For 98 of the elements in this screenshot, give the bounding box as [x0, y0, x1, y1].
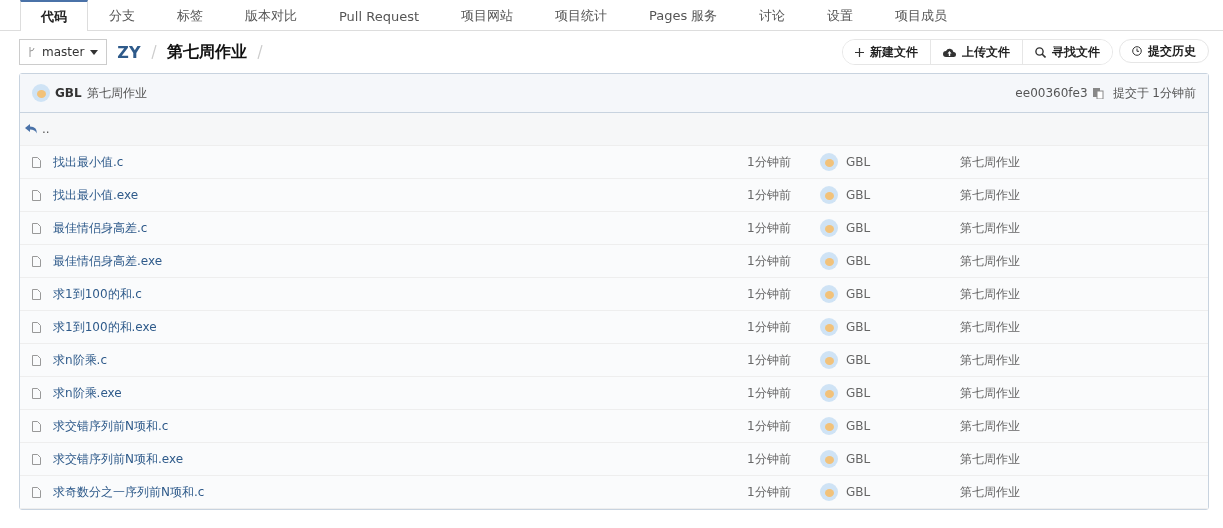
avatar-icon [820, 153, 838, 171]
file-commit-message[interactable]: 第七周作业 [960, 219, 1020, 237]
file-commit-message[interactable]: 第七周作业 [960, 384, 1020, 402]
file-time: 1分钟前 [747, 252, 792, 270]
file-time: 1分钟前 [747, 417, 792, 435]
file-author: GBL [846, 386, 871, 400]
file-icon [32, 420, 41, 432]
file-time: 1分钟前 [747, 186, 792, 204]
file-icon [32, 156, 41, 168]
file-commit-message[interactable]: 第七周作业 [960, 450, 1020, 468]
nav-tab[interactable]: 项目统计 [534, 0, 628, 31]
cloud-upload-icon [943, 47, 956, 57]
avatar-icon [820, 285, 838, 303]
commit-message: 第七周作业 [86, 84, 147, 102]
avatar-icon [820, 450, 838, 468]
file-link[interactable]: 最佳情侣身高差.exe [53, 252, 163, 270]
file-author: GBL [846, 188, 871, 202]
file-link[interactable]: 求奇数分之一序列前N项和.c [53, 483, 205, 501]
file-link[interactable]: 找出最小值.exe [53, 186, 139, 204]
avatar-icon [32, 84, 50, 102]
avatar-icon [820, 318, 838, 336]
file-author: GBL [846, 155, 871, 169]
nav-tab[interactable]: 版本对比 [224, 0, 318, 31]
file-commit-message[interactable]: 第七周作业 [960, 351, 1020, 369]
commit-time: 提交于 1分钟前 [1112, 84, 1196, 102]
file-time: 1分钟前 [747, 153, 792, 171]
file-time: 1分钟前 [747, 450, 792, 468]
file-author: GBL [846, 221, 871, 235]
file-icon [32, 321, 41, 333]
branch-icon [28, 47, 36, 57]
branch-dropdown[interactable]: master [19, 39, 108, 65]
action-button[interactable]: 新建文件 [843, 40, 931, 64]
file-link[interactable]: 求1到100的和.c [53, 285, 142, 303]
file-author: GBL [846, 353, 871, 367]
repo-link[interactable]: ZY [117, 42, 141, 62]
nav-tab[interactable]: 代码 [20, 0, 88, 31]
file-author: GBL [846, 452, 871, 466]
file-link[interactable]: 求交错序列前N项和.exe [53, 450, 184, 468]
avatar-icon [820, 417, 838, 435]
nav-tab[interactable]: Pull Request [318, 0, 440, 31]
file-link[interactable]: 求n阶乘.c [53, 351, 108, 369]
file-commit-message[interactable]: 第七周作业 [960, 252, 1020, 270]
copy-icon[interactable] [1092, 87, 1104, 99]
file-icon [32, 222, 41, 234]
commit-author: GBL [55, 86, 82, 100]
plus-icon [855, 47, 864, 57]
nav-tab[interactable]: 项目网站 [440, 0, 534, 31]
file-icon [32, 189, 41, 201]
file-commit-message[interactable]: 第七周作业 [960, 285, 1020, 303]
file-commit-message[interactable]: 第七周作业 [960, 153, 1020, 171]
file-icon [32, 288, 41, 300]
nav-tab[interactable]: 分支 [88, 0, 156, 31]
file-time: 1分钟前 [747, 351, 792, 369]
avatar-icon [820, 219, 838, 237]
file-time: 1分钟前 [747, 384, 792, 402]
commit-hash-link[interactable]: ee00360fe3 [1015, 86, 1088, 100]
file-link[interactable]: 找出最小值.c [53, 153, 124, 171]
breadcrumb-separator-icon [150, 45, 157, 59]
avatar-icon [820, 351, 838, 369]
nav-tab[interactable]: 设置 [806, 0, 875, 31]
file-icon [32, 486, 41, 498]
file-commit-message[interactable]: 第七周作业 [960, 318, 1020, 336]
file-commit-message[interactable]: 第七周作业 [960, 483, 1020, 501]
file-author: GBL [846, 320, 871, 334]
parent-directory-link[interactable]: .. [42, 122, 50, 136]
file-link[interactable]: 求n阶乘.exe [53, 384, 122, 402]
file-link[interactable]: 求1到100的和.exe [53, 318, 157, 336]
file-icon [32, 354, 41, 366]
avatar-icon [820, 483, 838, 501]
file-author: GBL [846, 287, 871, 301]
file-icon [32, 387, 41, 399]
file-time: 1分钟前 [747, 219, 792, 237]
avatar-icon [820, 186, 838, 204]
breadcrumb-separator-icon [256, 45, 263, 59]
file-author: GBL [846, 419, 871, 433]
nav-tab[interactable]: Pages 服务 [628, 0, 739, 31]
file-icon [32, 255, 41, 267]
folder-title: 第七周作业 [166, 41, 247, 63]
file-author: GBL [846, 485, 871, 499]
file-time: 1分钟前 [747, 285, 792, 303]
file-link[interactable]: 最佳情侣身高差.c [53, 219, 148, 237]
back-arrow-icon [25, 124, 38, 134]
avatar-icon [820, 384, 838, 402]
file-time: 1分钟前 [747, 318, 792, 336]
file-commit-message[interactable]: 第七周作业 [960, 186, 1020, 204]
file-author: GBL [846, 254, 871, 268]
file-time: 1分钟前 [747, 483, 792, 501]
file-commit-message[interactable]: 第七周作业 [960, 417, 1020, 435]
history-button[interactable]: 提交历史 [1119, 39, 1209, 63]
file-icon [32, 453, 41, 465]
file-link[interactable]: 求交错序列前N项和.c [53, 417, 169, 435]
nav-tab[interactable]: 讨论 [738, 0, 807, 31]
caret-icon [90, 49, 99, 55]
search-icon [1035, 46, 1046, 58]
avatar-icon [820, 252, 838, 270]
clock-icon [1132, 46, 1142, 56]
nav-tab[interactable]: 项目成员 [874, 0, 969, 31]
nav-tab[interactable]: 标签 [156, 0, 224, 31]
